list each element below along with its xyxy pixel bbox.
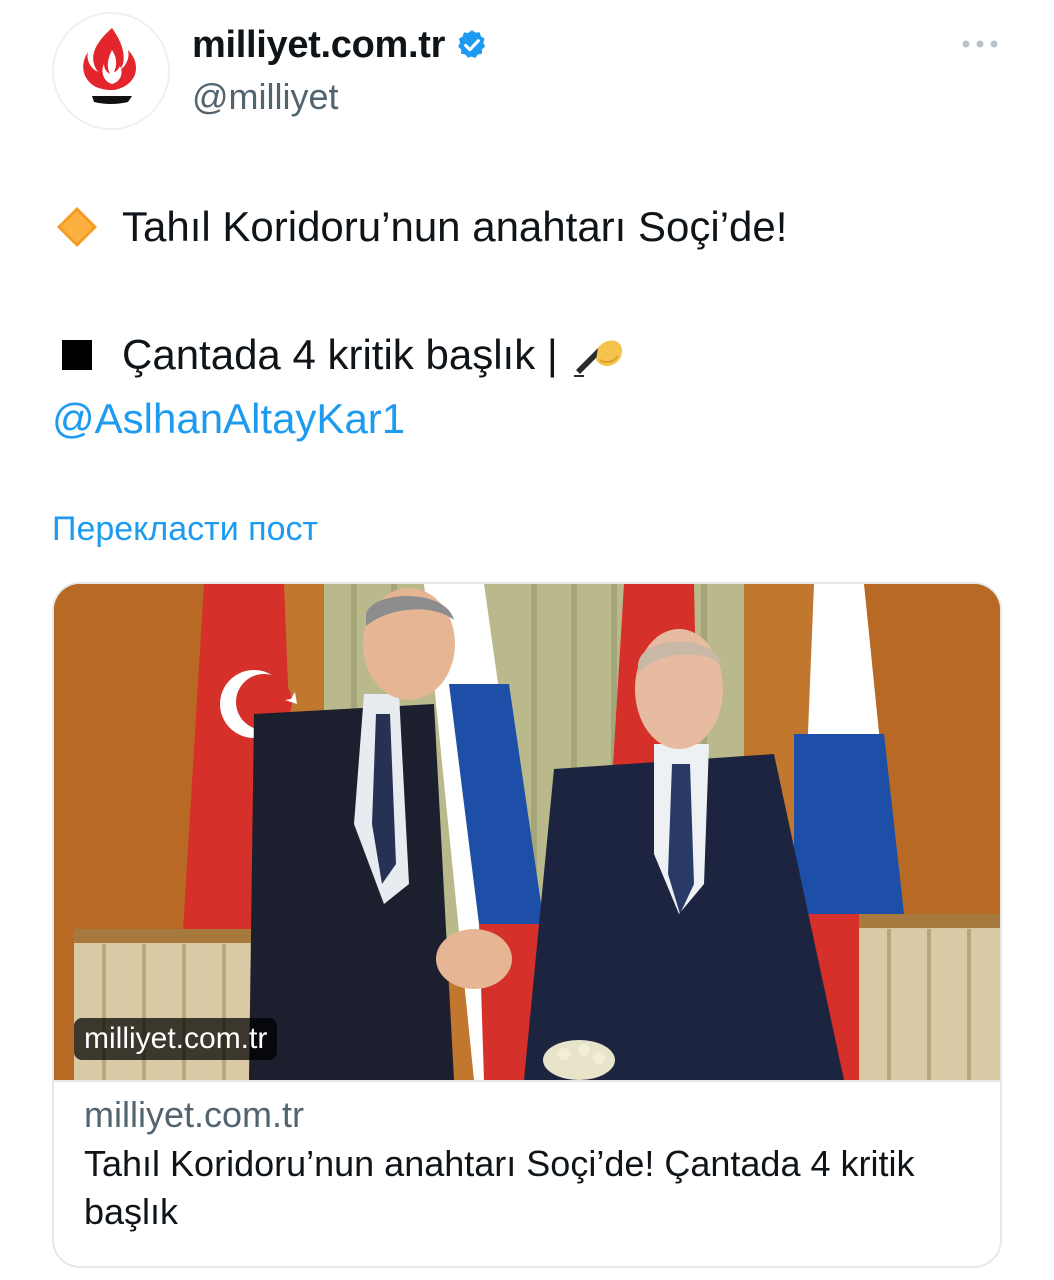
card-footer[interactable]: milliyet.com.tr Tahıl Koridoru’nun anaht… [54, 1080, 1000, 1266]
author-handle[interactable]: @milliyet [192, 76, 489, 118]
image-domain-badge: milliyet.com.tr [74, 1018, 278, 1060]
tweet-line-3: @AslhanAltayKar1 [52, 387, 1012, 451]
tweet[interactable]: milliyet.com.tr @milliyet Tahıl Koridoru… [0, 0, 1054, 1280]
translate-post-link[interactable]: Перекласти пост [52, 510, 318, 549]
author-name[interactable]: milliyet.com.tr [192, 24, 445, 67]
writing-hand-emoji-icon [573, 340, 622, 377]
tweet-line-1: Tahıl Koridoru’nun anahtarı Soçi’de! [52, 195, 1012, 259]
more-options-icon[interactable] [960, 30, 1000, 58]
link-preview-card[interactable]: milliyet.com.tr milliyet.com.tr Tahıl Ko… [52, 582, 1002, 1268]
author-block[interactable]: milliyet.com.tr @milliyet [192, 22, 489, 118]
card-photo [54, 584, 1000, 1080]
avatar[interactable] [52, 12, 170, 130]
card-title: Tahıl Koridoru’nun anahtarı Soçi’de! Çan… [84, 1143, 915, 1232]
black-square-emoji-icon [62, 340, 92, 370]
verified-badge-icon [458, 30, 486, 59]
tweet-line-2-text: Çantada 4 kritik başlık | [122, 331, 558, 378]
tweet-line-2: Çantada 4 kritik başlık | [52, 323, 1012, 387]
card-domain: milliyet.com.tr [84, 1094, 305, 1135]
card-image[interactable]: milliyet.com.tr [54, 584, 1000, 1080]
tweet-line-1-text: Tahıl Koridoru’nun anahtarı Soçi’de! [122, 203, 788, 250]
tweet-text: Tahıl Koridoru’nun anahtarı Soçi’de! Çan… [52, 195, 1012, 451]
orange-diamond-emoji-icon [57, 207, 97, 247]
mention-link[interactable]: @AslhanAltayKar1 [52, 387, 405, 451]
milliyet-flame-logo-icon [83, 28, 136, 104]
